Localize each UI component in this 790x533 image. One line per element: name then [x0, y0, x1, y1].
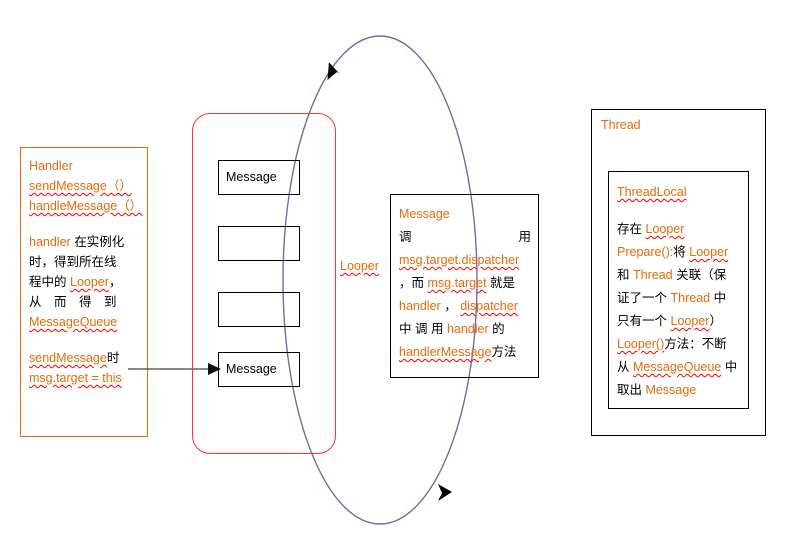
message-line-3: ，而 msg.target 就是: [399, 276, 516, 290]
message-queue-slot-3: [218, 292, 300, 327]
threadlocal-line-8: 取出 Message: [617, 383, 697, 397]
handler-note-line-1: handler 在实例化: [29, 235, 125, 249]
handler-spacer-2: [29, 332, 141, 348]
thread-title: Thread: [601, 118, 641, 132]
threadlocal-title-text: ThreadLocal: [617, 185, 687, 199]
threadlocal-line-2: Prepare():将 Looper: [617, 245, 729, 259]
threadlocal-title: ThreadLocal: [617, 181, 744, 204]
handler-box: Handler sendMessage（） handleMessage（） ha…: [20, 147, 148, 437]
threadlocal-spacer: [617, 204, 744, 218]
message-queue-slot-1: Message: [218, 160, 300, 195]
message-title-text: Message: [399, 207, 450, 221]
diagram-canvas: Handler sendMessage（） handleMessage（） ha…: [0, 0, 790, 533]
handler-note-line-3: 程中的 Looper，: [29, 275, 122, 289]
message-line-4: handler ， dispatcher: [399, 299, 518, 313]
handler-method-sendmessage: sendMessage（）: [29, 176, 141, 196]
handler-method-1-text: sendMessage（）: [29, 179, 132, 193]
message-queue-slot-4: Message: [218, 352, 300, 387]
threadlocal-line-7: 从 MessageQueue 中: [617, 360, 738, 374]
threadlocal-line-1: 存在 Looper: [617, 222, 685, 236]
message-line-2: msg.target.dispatcher: [399, 253, 520, 267]
threadlocal-line-4: 证了一个 Thread 中: [617, 291, 727, 305]
handler-method-handlemessage: handleMessage（）: [29, 196, 143, 216]
thread-title-text: Thread: [601, 118, 641, 132]
looper-label: Looper: [340, 259, 379, 273]
handler-note-line-4: 从 而 得 到: [29, 295, 117, 309]
handler-note-line-2: 时，得到所在线: [29, 255, 117, 269]
message-queue-slot-2: [218, 226, 300, 261]
looper-label-text: Looper: [340, 259, 379, 273]
threadlocal-box: ThreadLocal 存在 Looper Prepare():将 Looper…: [608, 171, 749, 409]
message-line-1: 调 用: [399, 230, 531, 244]
message-line-6: handlerMessage方法: [399, 345, 517, 359]
loop-arrowhead-bottom: [438, 484, 452, 501]
threadlocal-line-3: 和 Thread 关联（保: [617, 268, 727, 282]
handler-target-line: msg.target = this: [29, 371, 122, 385]
handler-note-line-5: MessageQueue: [29, 315, 118, 329]
handler-send-line: sendMessage时: [29, 351, 120, 365]
message-title: Message: [399, 203, 534, 226]
handler-title: Handler: [29, 156, 141, 176]
threadlocal-line-5: 只有一个 Looper）: [617, 314, 722, 328]
message-line-5: 中 调 用 handler 的: [399, 322, 505, 336]
loop-arrowhead-top: [327, 62, 341, 81]
threadlocal-line-6: Looper()方法：不断: [617, 337, 727, 351]
handler-method-2-text: handleMessage（）: [29, 199, 143, 213]
handler-title-text: Handler: [29, 159, 73, 173]
handler-spacer: [29, 216, 141, 232]
message-detail-box: Message 调 用 msg.target.dispatcher ，而 msg…: [390, 194, 539, 378]
